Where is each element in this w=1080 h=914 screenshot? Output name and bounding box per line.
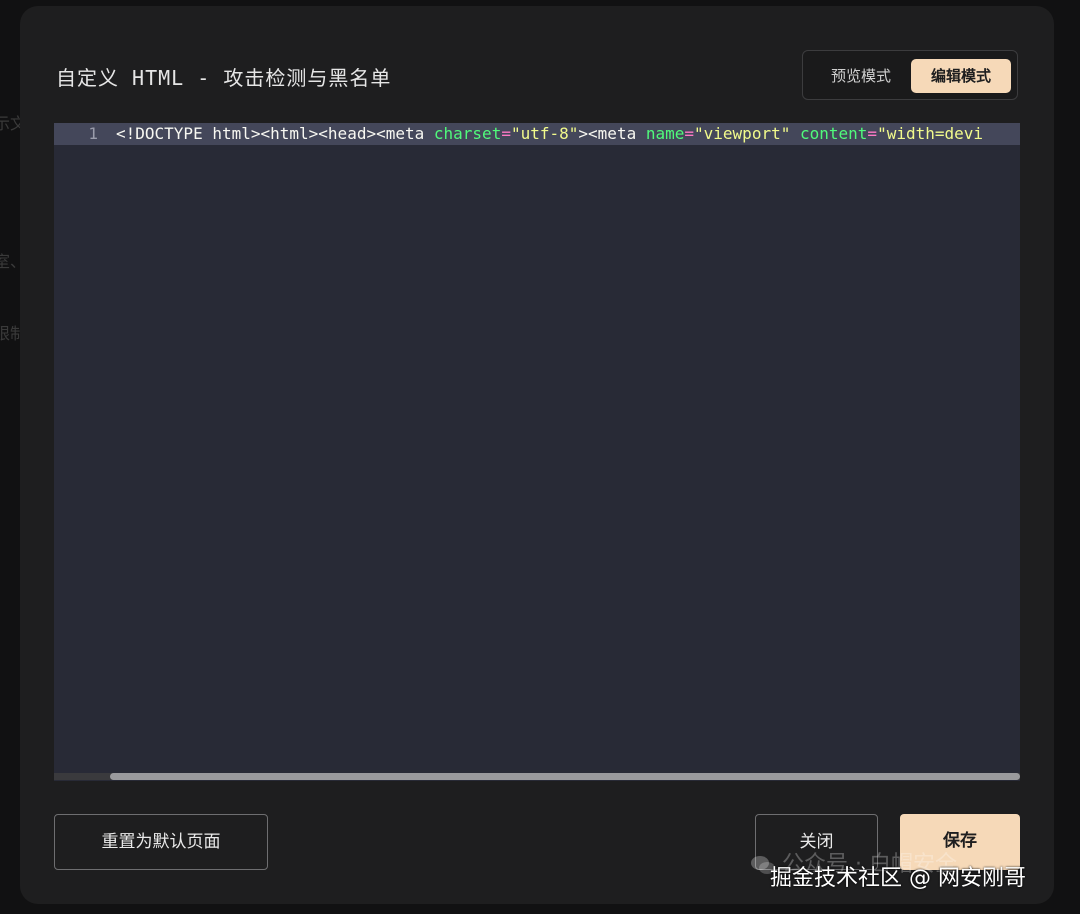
code-token-str: "utf-8" bbox=[510, 124, 579, 143]
code-token-str: "viewport" bbox=[694, 124, 791, 143]
code-token-tag: <!DOCTYPE html><html><head><meta bbox=[116, 124, 434, 143]
code-token-op: = bbox=[501, 124, 511, 143]
code-token-attr: name bbox=[645, 124, 685, 143]
code-token-attr: content bbox=[799, 124, 868, 143]
watermark: 掘金技术社区 @ 网安刚哥 bbox=[770, 866, 1026, 891]
scrollbar-thumb[interactable] bbox=[110, 773, 1020, 780]
code-token-attr: charset bbox=[433, 124, 502, 143]
code-text[interactable]: <!DOCTYPE html><html><head><meta charset… bbox=[116, 123, 983, 145]
code-token-str: "width=devi bbox=[877, 124, 984, 143]
reset-default-button[interactable]: 重置为默认页面 bbox=[54, 814, 268, 870]
edit-mode-button[interactable]: 编辑模式 bbox=[911, 59, 1011, 93]
preview-mode-button[interactable]: 预览模式 bbox=[813, 59, 909, 93]
line-number: 1 bbox=[88, 124, 98, 143]
custom-html-dialog: 自定义 HTML - 攻击检测与黑名单 预览模式 编辑模式 1 <!DOCTYP… bbox=[20, 6, 1054, 904]
dialog-title: 自定义 HTML - 攻击检测与黑名单 bbox=[56, 66, 392, 90]
code-line-active: 1 <!DOCTYPE html><html><head><meta chars… bbox=[54, 123, 1020, 145]
code-editor[interactable]: 1 <!DOCTYPE html><html><head><meta chars… bbox=[54, 123, 1020, 781]
code-token-op: = bbox=[867, 124, 878, 143]
horizontal-scrollbar[interactable] bbox=[54, 773, 1020, 780]
code-token-tag bbox=[790, 124, 800, 143]
code-token-op: = bbox=[684, 124, 695, 143]
mode-toggle: 预览模式 编辑模式 bbox=[802, 50, 1018, 100]
code-token-tag: ><meta bbox=[578, 124, 646, 143]
